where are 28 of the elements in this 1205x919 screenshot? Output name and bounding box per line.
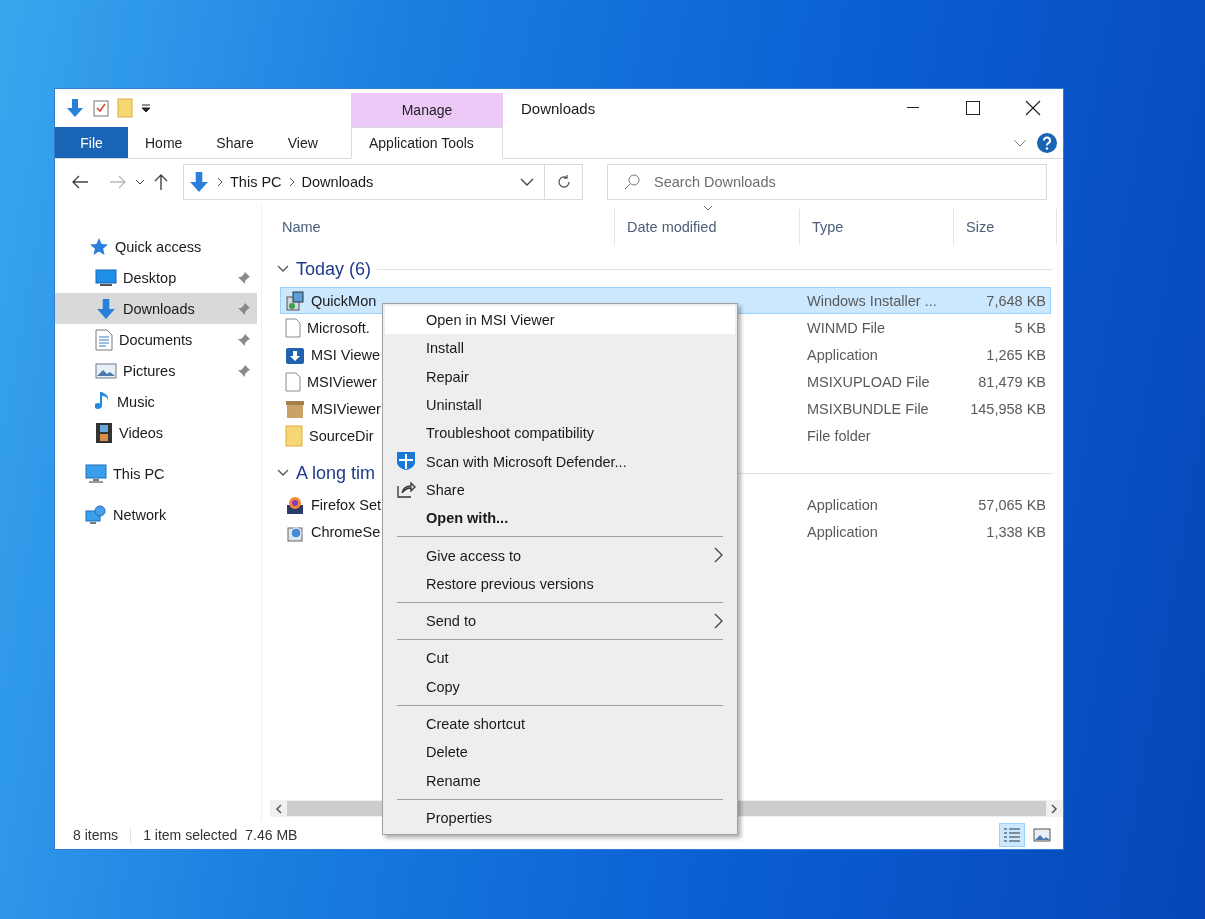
file-type: Application <box>807 523 878 540</box>
file-type: Windows Installer ... <box>807 292 937 309</box>
file-size: 1,265 KB <box>986 346 1046 363</box>
file-name: Microsoft. <box>307 319 370 336</box>
file-name: QuickMon <box>311 292 377 309</box>
window-title: Downloads <box>520 98 597 119</box>
file-type: File folder <box>807 427 871 444</box>
file-type: Application <box>807 496 878 513</box>
contextual-tab-header: Manage <box>351 93 503 127</box>
file-name: ChromeSe <box>311 523 381 540</box>
file-type: MSIXBUNDLE File <box>807 400 929 417</box>
file-size: 1,338 KB <box>986 523 1046 540</box>
file-size: 7,648 KB <box>986 292 1046 309</box>
file-name: SourceDir <box>309 427 374 444</box>
file-name: MSI Viewe <box>311 346 381 363</box>
file-type: Application <box>807 346 878 363</box>
file-name: Firefox Set <box>311 496 382 513</box>
file-size: 5 KB <box>1014 319 1046 336</box>
file-size: 81,479 KB <box>978 373 1046 390</box>
file-name: MSIViewer <box>311 400 381 417</box>
file-size: 145,958 KB <box>970 400 1046 417</box>
selection-size: 7.46 MB <box>245 827 298 843</box>
file-type: WINMD File <box>807 319 886 336</box>
file-size: 57,065 KB <box>978 496 1046 513</box>
item-count: 8 items <box>73 827 132 843</box>
file-name: MSIViewer <box>307 373 377 390</box>
selection-count: 1 item selected <box>143 827 238 843</box>
file-type: MSIXUPLOAD File <box>807 373 930 390</box>
